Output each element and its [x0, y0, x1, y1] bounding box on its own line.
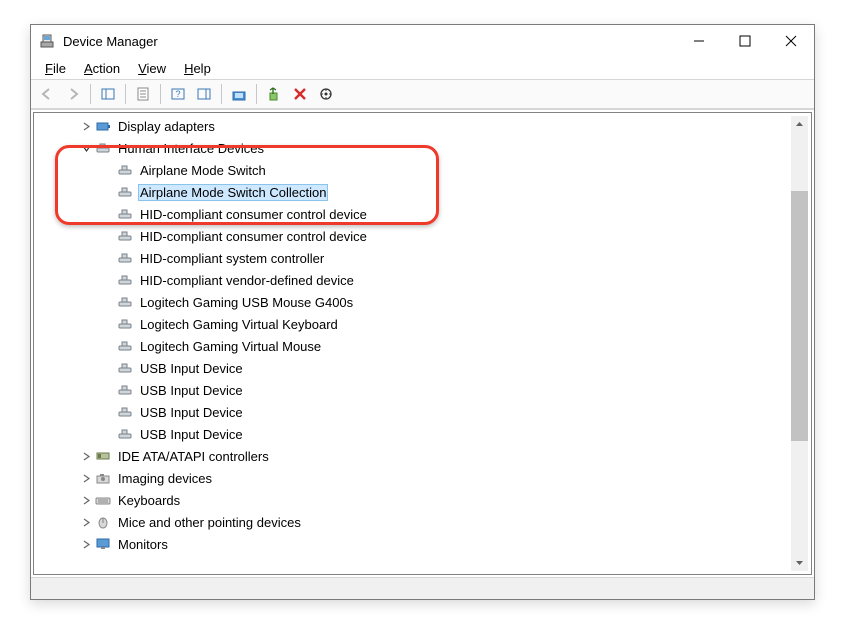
status-bar — [31, 577, 814, 599]
hid-device-icon — [116, 293, 134, 311]
update-driver-button[interactable] — [227, 82, 251, 106]
tree-item-hid-device[interactable]: Airplane Mode Switch Collection — [34, 181, 811, 203]
ide-icon — [94, 447, 112, 465]
help-button[interactable]: ? — [166, 82, 190, 106]
tree-item-hid-device[interactable]: USB Input Device — [34, 423, 811, 445]
tree-item-hid-device[interactable]: Logitech Gaming Virtual Mouse — [34, 335, 811, 357]
tree-category-keyboards[interactable]: Keyboards — [34, 489, 811, 511]
tree-category-imaging[interactable]: Imaging devices — [34, 467, 811, 489]
tree-label: USB Input Device — [138, 382, 245, 399]
action-pane-button[interactable] — [192, 82, 216, 106]
svg-text:?: ? — [175, 89, 180, 99]
titlebar: Device Manager — [31, 25, 814, 57]
hid-device-icon — [116, 271, 134, 289]
chevron-right-icon[interactable] — [78, 445, 94, 467]
properties-button[interactable] — [131, 82, 155, 106]
tree-item-hid-device[interactable]: Logitech Gaming USB Mouse G400s — [34, 291, 811, 313]
tree-label: Display adapters — [116, 118, 217, 135]
mouse-icon — [94, 513, 112, 531]
scroll-thumb[interactable] — [791, 191, 808, 441]
tree-label: Airplane Mode Switch — [138, 162, 268, 179]
tree-item-hid-device[interactable]: USB Input Device — [34, 379, 811, 401]
tree-label: HID-compliant system controller — [138, 250, 326, 267]
hid-device-icon — [116, 359, 134, 377]
device-tree[interactable]: Display adapters Human Interface Devices… — [33, 112, 812, 575]
hid-device-icon — [116, 337, 134, 355]
tree-category-mice[interactable]: Mice and other pointing devices — [34, 511, 811, 533]
chevron-right-icon[interactable] — [78, 489, 94, 511]
toolbar: ? — [31, 79, 814, 109]
tree-label: Monitors — [116, 536, 170, 553]
tree-label: HID-compliant consumer control device — [138, 228, 369, 245]
tree-label: USB Input Device — [138, 404, 245, 421]
tree-label: IDE ATA/ATAPI controllers — [116, 448, 271, 465]
hid-device-icon — [116, 403, 134, 421]
tree-category-hid[interactable]: Human Interface Devices — [34, 137, 811, 159]
tree-label: Imaging devices — [116, 470, 214, 487]
tree-category-ide[interactable]: IDE ATA/ATAPI controllers — [34, 445, 811, 467]
hid-device-icon — [116, 183, 134, 201]
tree-item-hid-device[interactable]: HID-compliant system controller — [34, 247, 811, 269]
hid-device-icon — [116, 425, 134, 443]
chevron-right-icon[interactable] — [78, 511, 94, 533]
vertical-scrollbar[interactable] — [791, 116, 808, 571]
chevron-right-icon[interactable] — [78, 467, 94, 489]
hid-device-icon — [116, 161, 134, 179]
tree-label: Logitech Gaming Virtual Mouse — [138, 338, 323, 355]
tree-item-hid-device[interactable]: HID-compliant consumer control device — [34, 225, 811, 247]
window-title: Device Manager — [63, 34, 158, 49]
scan-hardware-button[interactable] — [314, 82, 338, 106]
tree-item-hid-device[interactable]: HID-compliant vendor-defined device — [34, 269, 811, 291]
tree-category-monitors[interactable]: Monitors — [34, 533, 811, 555]
uninstall-device-button[interactable] — [288, 82, 312, 106]
enable-device-button[interactable] — [262, 82, 286, 106]
imaging-icon — [94, 469, 112, 487]
hid-icon — [94, 139, 112, 157]
monitor-icon — [94, 535, 112, 553]
hid-device-icon — [116, 227, 134, 245]
tree-label: USB Input Device — [138, 426, 245, 443]
tree-label: Logitech Gaming Virtual Keyboard — [138, 316, 340, 333]
tree-label: Mice and other pointing devices — [116, 514, 303, 531]
hid-device-icon — [116, 249, 134, 267]
tree-label: USB Input Device — [138, 360, 245, 377]
maximize-button[interactable] — [722, 25, 768, 57]
menu-action[interactable]: Action — [76, 59, 128, 78]
chevron-right-icon[interactable] — [78, 115, 94, 137]
minimize-button[interactable] — [676, 25, 722, 57]
menu-view[interactable]: View — [130, 59, 174, 78]
tree-label: Human Interface Devices — [116, 140, 266, 157]
display-adapter-icon — [94, 117, 112, 135]
menu-help[interactable]: Help — [176, 59, 219, 78]
close-button[interactable] — [768, 25, 814, 57]
menu-file[interactable]: File — [37, 59, 74, 78]
hid-device-icon — [116, 205, 134, 223]
back-button[interactable] — [35, 82, 59, 106]
content-area: Display adapters Human Interface Devices… — [31, 109, 814, 577]
keyboard-icon — [94, 491, 112, 509]
tree-category-display-adapters[interactable]: Display adapters — [34, 115, 811, 137]
tree-item-hid-device[interactable]: USB Input Device — [34, 357, 811, 379]
scroll-up-button[interactable] — [791, 116, 808, 133]
tree-item-hid-device[interactable]: HID-compliant consumer control device — [34, 203, 811, 225]
tree-label: HID-compliant vendor-defined device — [138, 272, 356, 289]
tree-label: Keyboards — [116, 492, 182, 509]
chevron-down-icon[interactable] — [78, 137, 94, 159]
window: Device Manager File Action View Help — [30, 24, 815, 600]
tree-label: HID-compliant consumer control device — [138, 206, 369, 223]
forward-button[interactable] — [61, 82, 85, 106]
tree-label: Airplane Mode Switch Collection — [138, 184, 328, 201]
tree-item-hid-device[interactable]: Logitech Gaming Virtual Keyboard — [34, 313, 811, 335]
show-hide-console-tree-button[interactable] — [96, 82, 120, 106]
hid-device-icon — [116, 315, 134, 333]
tree-item-hid-device[interactable]: USB Input Device — [34, 401, 811, 423]
scroll-down-button[interactable] — [791, 554, 808, 571]
tree-item-hid-device[interactable]: Airplane Mode Switch — [34, 159, 811, 181]
chevron-right-icon[interactable] — [78, 533, 94, 555]
hid-device-icon — [116, 381, 134, 399]
tree-label: Logitech Gaming USB Mouse G400s — [138, 294, 355, 311]
menubar: File Action View Help — [31, 57, 814, 79]
app-icon — [39, 33, 55, 49]
scroll-track[interactable] — [791, 133, 808, 554]
